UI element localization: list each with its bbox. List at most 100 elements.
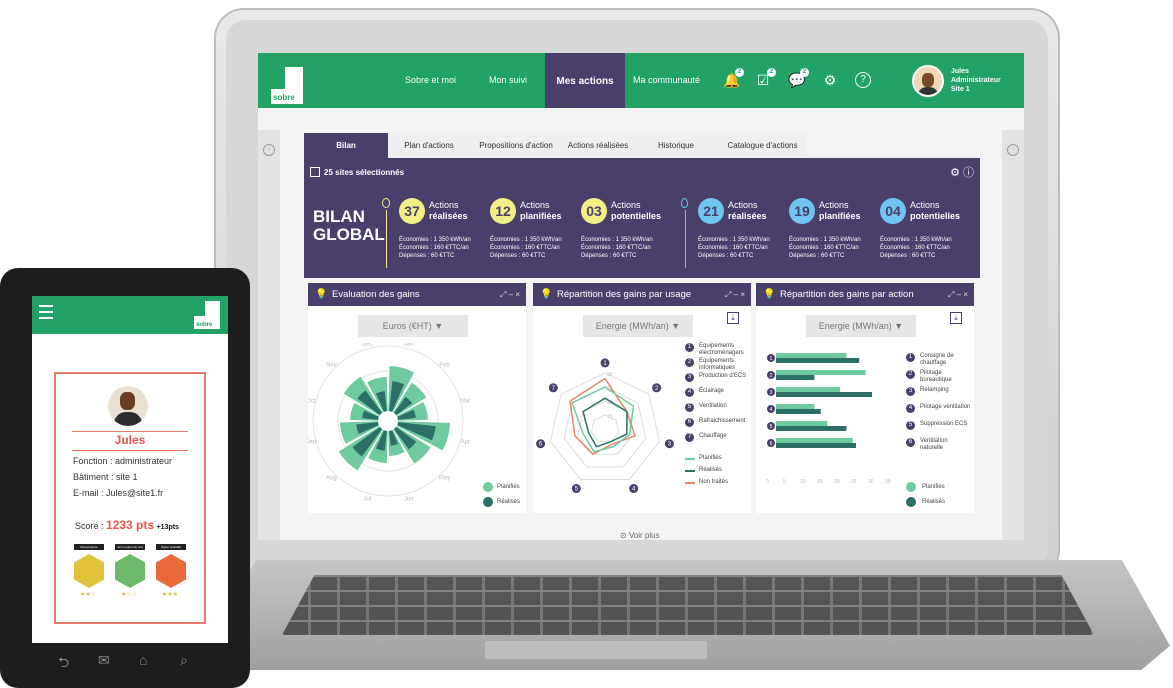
tab-propositions[interactable]: Propositions d'action [470, 133, 562, 158]
tab-actions-realisees[interactable]: Actions réalisées [562, 133, 634, 158]
phone-logo[interactable]: sobre [194, 301, 220, 329]
month-label: Sep [308, 440, 317, 446]
x-tick: 25 [851, 479, 857, 485]
download-icon[interactable]: ⤓ [950, 312, 962, 324]
bar-number: 6 [770, 441, 773, 447]
window-controls[interactable]: ⤢ – × [948, 283, 968, 306]
bar-number: 1 [770, 356, 773, 362]
profile-fonction: Fonction : administrateur [73, 456, 173, 466]
stat-details: Économies : 1 350 kWh/an Économies : 160 … [490, 236, 562, 260]
grid-icon [310, 167, 320, 177]
settings-icon[interactable]: ⚙ [950, 167, 960, 179]
voir-plus-link[interactable]: ⊙ Voir plus [620, 531, 660, 540]
card-title: Evaluation des gains [332, 289, 420, 300]
nav-sobre-et-moi[interactable]: Sobre et moi [405, 75, 456, 85]
bell-icon[interactable]: 🔔 2 [723, 68, 744, 88]
lightbulb-icon: 💡 [763, 289, 776, 300]
legend-usage: Production d'ECS [699, 373, 747, 379]
bar-realises [776, 358, 860, 363]
achievement-badge-icon[interactable] [156, 554, 186, 588]
detail-kwh: Économies : 1 350 kWh/an [399, 237, 471, 243]
home-icon[interactable]: ⌂ [139, 652, 147, 668]
energy-select[interactable]: Energie (MWh/an) ▼ [583, 315, 693, 337]
detail-depenses: Dépenses : 60 €TTC [399, 253, 455, 259]
detail-depenses: Dépenses : 60 €TTC [789, 253, 845, 259]
tab-historique[interactable]: Historique [634, 133, 718, 158]
legend-usage: Éclairage [699, 388, 725, 394]
legend-usage: Ventilation [699, 403, 727, 409]
message-badge: 2 [800, 68, 809, 77]
legend-number: 5 [906, 421, 915, 430]
bilan-line1: BILAN [313, 207, 365, 226]
user-avatar[interactable] [912, 65, 944, 97]
menu-icon[interactable] [39, 305, 53, 307]
badge-stars: ★☆☆ [121, 592, 138, 598]
search-icon[interactable]: ⌕ [180, 652, 188, 669]
stat-sublabel: potentielles [611, 211, 662, 221]
stat-sublabel: planifiées [819, 211, 861, 221]
bar-chart: 1 2 3 4 5 6 0 5 10 15 20 25 30 35 [766, 353, 891, 485]
lightbulb-icon: 💡 [540, 289, 553, 300]
back-icon[interactable]: ⮌ [58, 652, 69, 676]
card-header: 💡 Répartition des gains par usage ⤢ – × [533, 283, 751, 306]
sites-selected[interactable]: 25 sites sélectionnés [310, 167, 404, 177]
detail-kwh: Économies : 1 350 kWh/an [880, 237, 952, 243]
month-label: Jan [404, 343, 414, 348]
bar-number: 4 [770, 407, 773, 413]
gear-icon[interactable]: ⚙ [822, 72, 838, 88]
month-label: Feb [439, 362, 450, 368]
bar-planifies [776, 387, 840, 392]
bilan-line2: GLOBAL [313, 225, 385, 244]
window-controls[interactable]: ⤢ – × [725, 283, 745, 306]
laptop-trackpad [484, 640, 708, 660]
help-icon[interactable]: ? [855, 72, 871, 88]
bar-realises [776, 392, 872, 397]
mail-icon[interactable]: ✉ [98, 652, 110, 669]
energy-select-value: Energie (MWh/an) [595, 321, 669, 331]
tab-plan-actions[interactable]: Plan d'actions [388, 133, 470, 158]
detail-eur: Économies : 160 €TTC/an [399, 245, 469, 251]
month-label: Aug [326, 476, 337, 482]
tab-bar: Bilan Plan d'actions Propositions d'acti… [304, 133, 807, 158]
tab-bilan[interactable]: Bilan [304, 133, 388, 158]
stat-value: 37 [399, 198, 425, 224]
sites-selected-label: 25 sites sélectionnés [324, 168, 405, 177]
stat-value: 03 [581, 198, 607, 224]
unit-select[interactable]: Euros (€HT) ▼ [358, 315, 468, 337]
x-tick: 5 [783, 479, 786, 485]
achievement-badge-icon[interactable] [115, 554, 145, 588]
user-site: Site 1 [951, 86, 970, 93]
detail-eur: Économies : 160 €TTC/an [789, 245, 859, 251]
legend-action: Pilotage ventilation [920, 404, 971, 410]
bar-planifies [776, 353, 847, 358]
help-icon-small[interactable]: ⓘ [963, 167, 974, 179]
logo-text: sobre [273, 93, 295, 102]
chat-icon[interactable]: 💬 2 [788, 68, 809, 88]
summary-tools: ⚙ ⓘ [950, 164, 974, 180]
water-drop-icon [681, 198, 691, 270]
stat-label: Actions [728, 200, 758, 210]
nav-mon-suivi[interactable]: Mon suivi [489, 75, 527, 85]
nav-mes-actions[interactable]: Mes actions [545, 53, 625, 108]
checklist-icon[interactable]: ☑ 2 [755, 68, 776, 88]
legend-number: 6 [906, 438, 915, 447]
tab-catalogue[interactable]: Catalogue d'actions [718, 133, 807, 158]
legend-number: 1 [906, 353, 915, 362]
window-controls[interactable]: ⤢ – × [500, 283, 520, 306]
phone-screen: sobre Jules Fonction : administrateur Bâ… [32, 296, 228, 643]
legend-line [685, 458, 695, 460]
app-logo[interactable]: sobre [271, 67, 303, 104]
detail-depenses: Dépenses : 60 €TTC [698, 253, 754, 259]
achievement-badge-icon[interactable] [74, 554, 104, 588]
stat-label: Actions [520, 200, 550, 210]
profile-avatar [108, 386, 148, 426]
nav-ma-communaute[interactable]: Ma communauté [633, 75, 700, 85]
stat-label: Actions [910, 200, 940, 210]
bar-number: 3 [770, 390, 773, 396]
phone-header: sobre [32, 296, 228, 334]
download-icon[interactable]: ⤓ [727, 312, 739, 324]
chat-bubble-icon[interactable]: ◌ [1007, 144, 1019, 156]
energy-select[interactable]: Energie (MWh/an) ▼ [806, 315, 916, 337]
expand-left-icon[interactable]: › [263, 144, 275, 156]
legend-series: Non traités [699, 479, 729, 485]
